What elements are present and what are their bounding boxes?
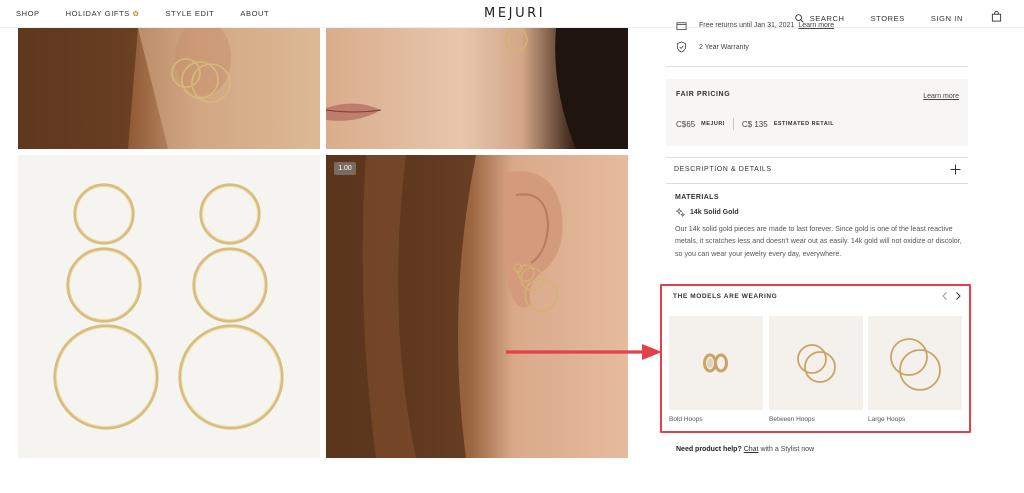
- material-item: 14k Solid Gold: [676, 208, 739, 217]
- material-name: 14k Solid Gold: [690, 209, 739, 216]
- zoom-level-badge: 1.00: [334, 162, 356, 175]
- box-icon: [676, 22, 687, 31]
- nav-shop[interactable]: SHOP: [16, 9, 40, 18]
- nav-holiday-gifts[interactable]: HOLIDAY GIFTS ✿: [66, 9, 140, 18]
- retail-price: C$ 135: [741, 119, 768, 129]
- fair-pricing-panel: FAIR PRICING Learn more C$65 MEJURI C$ 1…: [666, 79, 968, 146]
- product-photo-face[interactable]: [326, 28, 628, 149]
- pricing-comparison: C$65 MEJURI C$ 135 ESTIMATED RETAIL: [676, 118, 834, 130]
- nav-about[interactable]: ABOUT: [240, 9, 269, 18]
- returns-learn-more-link[interactable]: Learn more: [798, 22, 834, 29]
- nav-style-edit[interactable]: STYLE EDIT: [165, 9, 214, 18]
- model-product-card[interactable]: Bold Hoops: [669, 316, 763, 423]
- fair-pricing-learn-more-link[interactable]: Learn more: [923, 93, 959, 100]
- chevron-right-icon[interactable]: [954, 291, 962, 301]
- model-product-name[interactable]: Large Hoops: [868, 416, 962, 423]
- perk-warranty: 2 Year Warranty: [676, 41, 749, 53]
- shield-check-icon: [676, 41, 687, 53]
- bee-icon: ✿: [132, 9, 140, 18]
- model-product-name[interactable]: Bold Hoops: [669, 416, 763, 423]
- nav-holiday-gifts-label: HOLIDAY GIFTS: [65, 9, 130, 18]
- mejuri-price-tag: MEJURI: [701, 121, 725, 127]
- perk-free-returns: Free returns until Jan 31, 2021 Learn mo…: [676, 20, 834, 31]
- product-description: Our 14k solid gold pieces are made to la…: [675, 225, 962, 258]
- brand-logo[interactable]: MEJURI: [484, 6, 545, 21]
- nav-sign-in[interactable]: SIGN IN: [931, 14, 963, 23]
- models-wearing-title: THE MODELS ARE WEARING: [673, 293, 778, 300]
- divider: [666, 183, 968, 184]
- main-nav: SHOP HOLIDAY GIFTS ✿ STYLE EDIT ABOUT: [16, 9, 295, 18]
- chevron-left-icon[interactable]: [941, 291, 949, 301]
- bag-icon[interactable]: [991, 9, 1002, 27]
- retail-price-tag: ESTIMATED RETAIL: [773, 121, 835, 127]
- model-product-card[interactable]: Between Hoops: [769, 316, 863, 423]
- help-suffix: with a Stylist now: [760, 446, 815, 453]
- materials-label: MATERIALS: [675, 194, 719, 201]
- help-prompt: Need product help?: [676, 446, 742, 453]
- large-hoops-image[interactable]: [868, 316, 962, 410]
- between-hoops-image[interactable]: [769, 316, 863, 410]
- description-details-toggle[interactable]: DESCRIPTION & DETAILS: [674, 166, 772, 173]
- product-help: Need product help? Chat with a Stylist n…: [676, 446, 814, 453]
- product-photo-hoops-flatlay[interactable]: [18, 155, 320, 458]
- model-product-card[interactable]: Large Hoops: [868, 316, 962, 423]
- price-separator: [732, 118, 734, 130]
- warranty-text: 2 Year Warranty: [699, 43, 749, 51]
- bold-hoops-image[interactable]: [669, 316, 763, 410]
- sparkle-icon: [676, 208, 685, 217]
- plus-icon[interactable]: [950, 164, 961, 175]
- model-product-name[interactable]: Between Hoops: [769, 416, 863, 423]
- returns-text: Free returns until Jan 31, 2021: [699, 22, 795, 29]
- divider: [666, 157, 968, 158]
- product-photo-ear-closeup[interactable]: [326, 155, 628, 458]
- product-photo-ear-top-left[interactable]: [18, 28, 320, 149]
- mejuri-price: C$65: [676, 119, 696, 129]
- models-wearing-carousel: THE MODELS ARE WEARING Bold Hoops Betwee…: [665, 288, 968, 429]
- annotation-arrow-icon: [506, 344, 662, 360]
- chat-link[interactable]: Chat: [744, 446, 759, 453]
- fair-pricing-title: FAIR PRICING: [676, 91, 731, 98]
- divider: [666, 66, 968, 67]
- nav-stores[interactable]: STORES: [871, 14, 905, 23]
- site-header: SHOP HOLIDAY GIFTS ✿ STYLE EDIT ABOUT ME…: [0, 0, 1024, 28]
